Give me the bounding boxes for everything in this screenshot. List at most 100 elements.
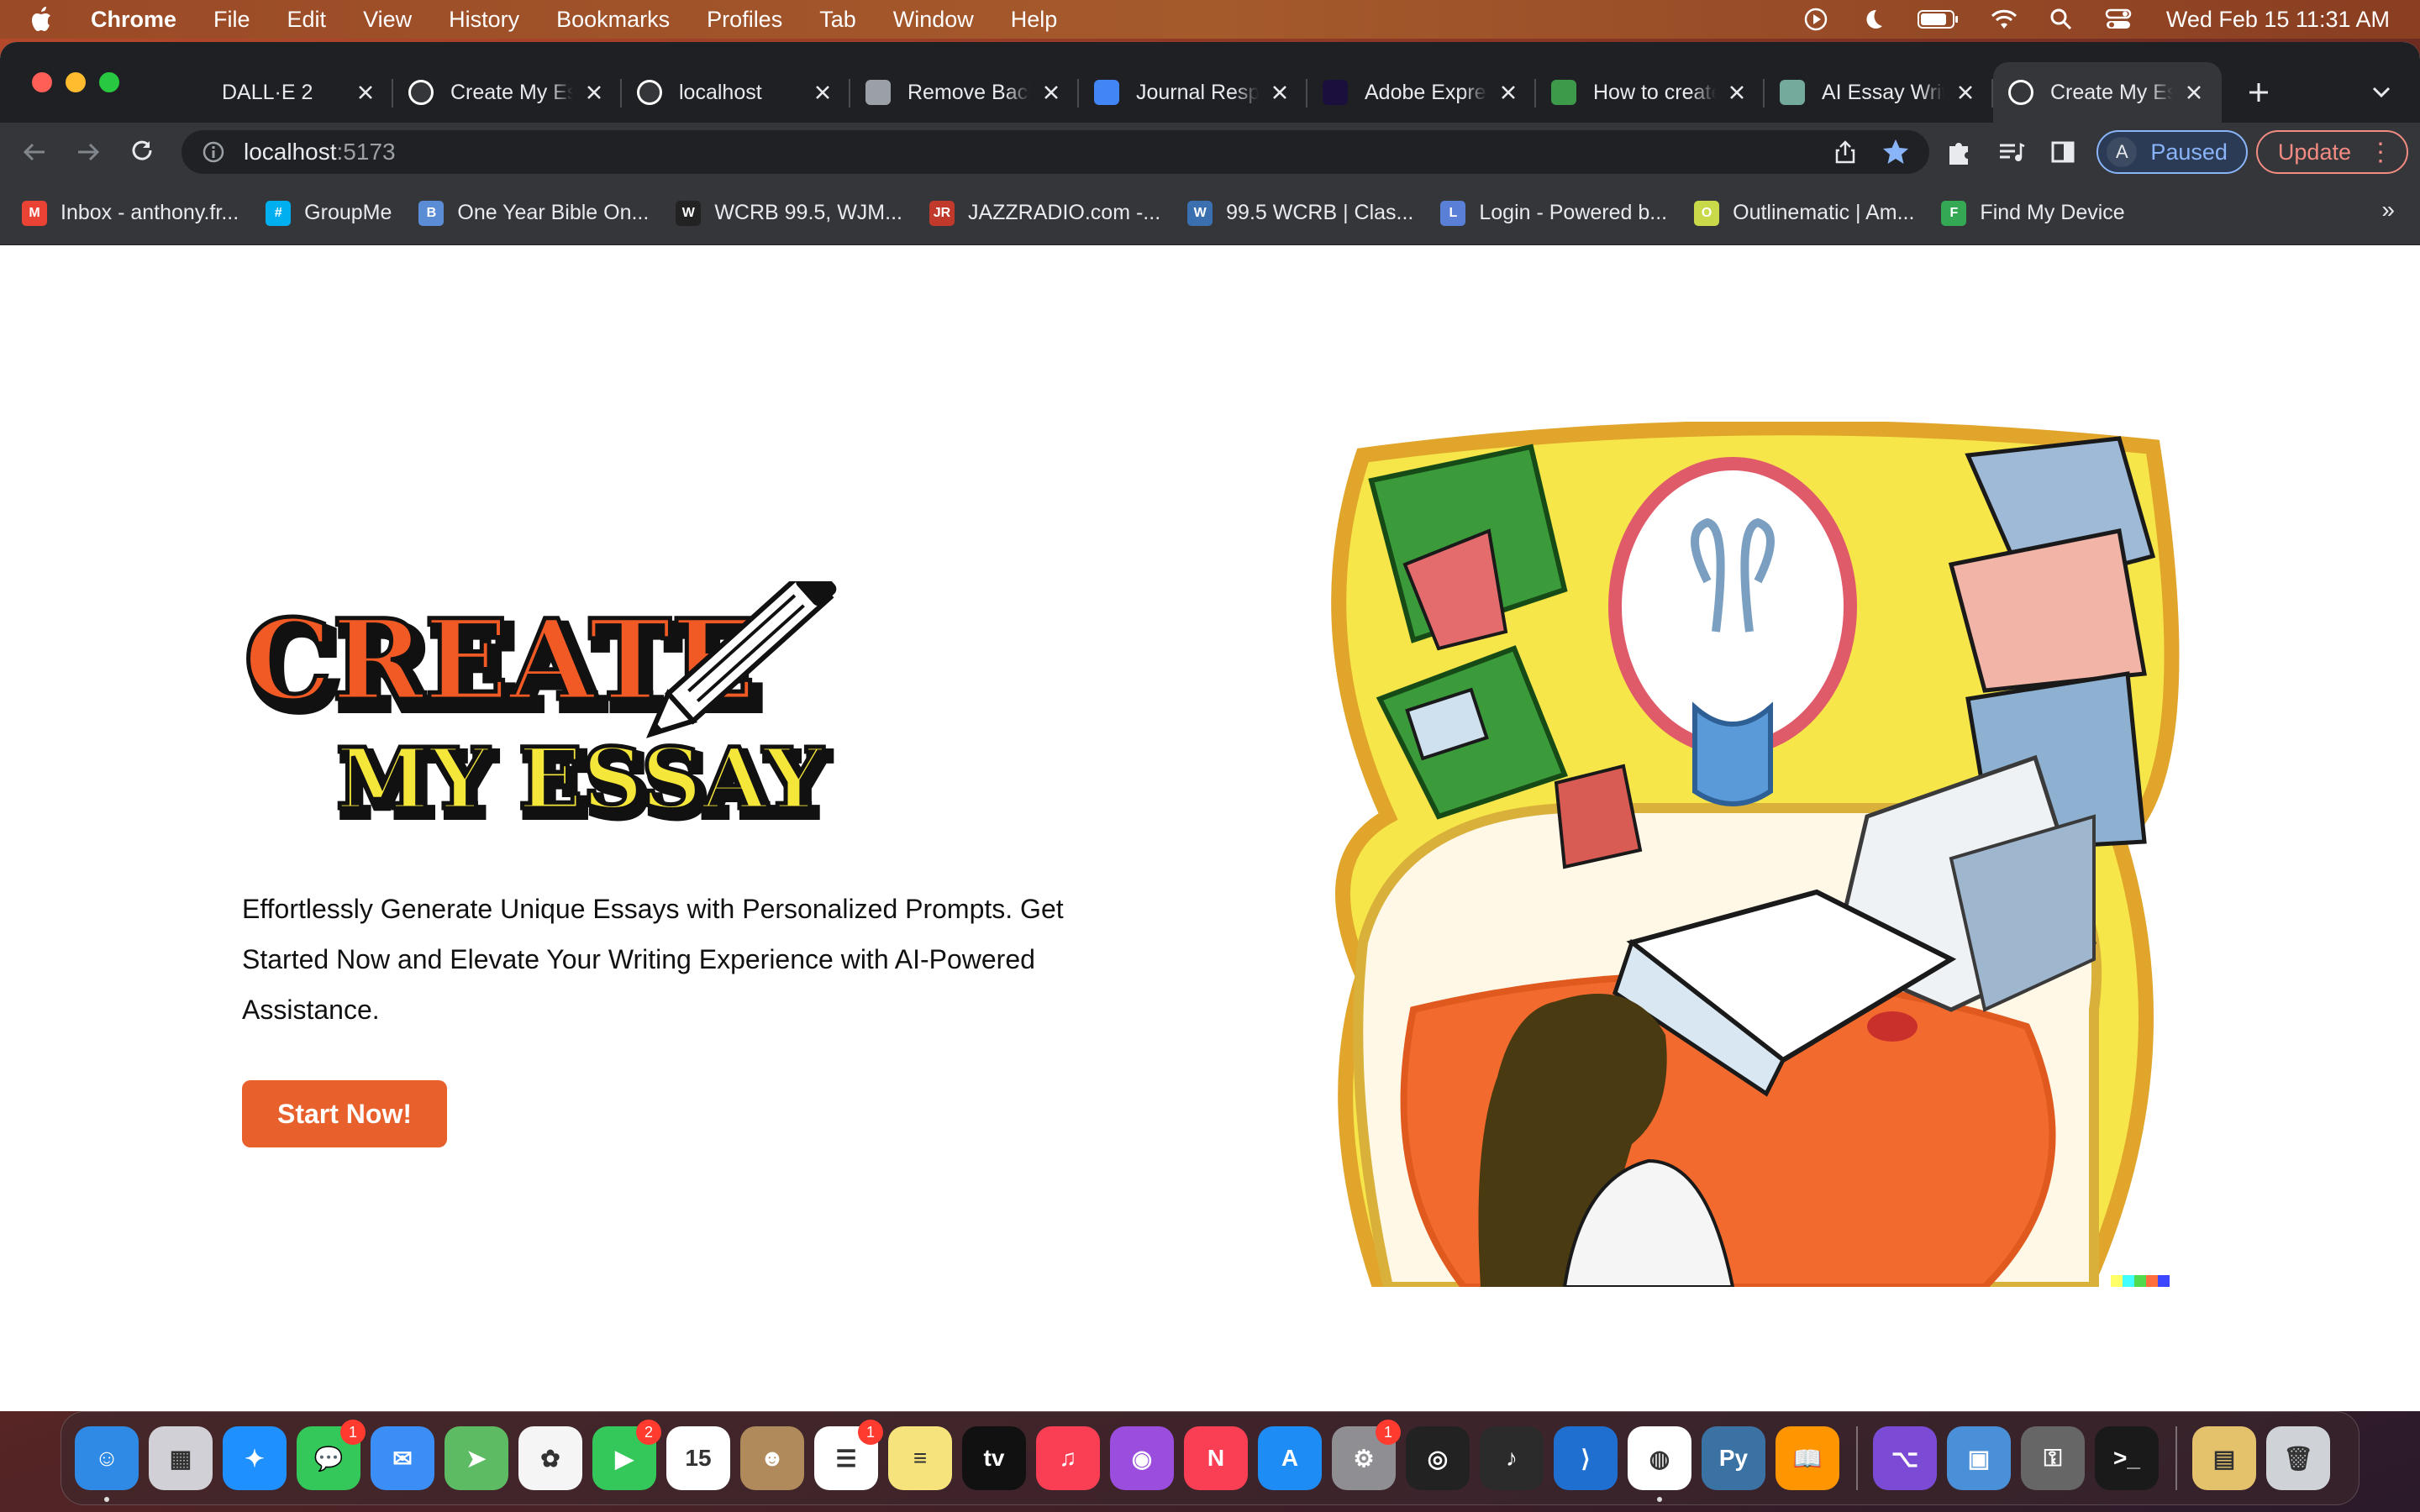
close-window-button[interactable] — [32, 72, 52, 92]
menu-window[interactable]: Window — [893, 7, 974, 33]
side-panel-icon[interactable] — [2044, 134, 2081, 171]
dock-mail-icon[interactable]: ✉ — [371, 1426, 434, 1490]
dock-safari-icon[interactable]: ✦ — [223, 1426, 287, 1490]
dock-notes-icon[interactable]: ≡ — [888, 1426, 952, 1490]
bookmark-item[interactable]: W WCRB 99.5, WJM... — [676, 200, 902, 226]
dock-app-store-icon[interactable]: A — [1258, 1426, 1322, 1490]
dock-maps-icon[interactable]: ➤ — [445, 1426, 508, 1490]
zoom-window-button[interactable] — [99, 72, 119, 92]
tab-5[interactable]: Journal Response — [1079, 62, 1307, 123]
tab-title: DALL·E 2 — [222, 80, 313, 104]
new-tab-button[interactable] — [2233, 67, 2284, 118]
tab-close-icon[interactable] — [1724, 80, 1749, 105]
tab-close-icon[interactable] — [2181, 80, 2207, 105]
dock-garageband-icon[interactable]: ♪ — [1480, 1426, 1544, 1490]
menu-history[interactable]: History — [449, 7, 519, 33]
spotlight-search-icon[interactable] — [2047, 5, 2075, 34]
menu-profiles[interactable]: Profiles — [707, 7, 782, 33]
battery-icon[interactable] — [1916, 5, 1961, 34]
tab-8[interactable]: AI Essay Writer — [1765, 62, 1993, 123]
bookmark-star-icon[interactable] — [1881, 137, 1911, 167]
tab-9[interactable]: Create My Essay — [1993, 62, 2222, 123]
dock-apple-tv-icon[interactable]: tv — [962, 1426, 1026, 1490]
dock-reminders-icon[interactable]: ☰ 1 — [814, 1420, 883, 1490]
tab-6[interactable]: Adobe Express — [1307, 62, 1536, 123]
url-text[interactable]: localhost:5173 — [244, 139, 396, 165]
dock-news-icon[interactable]: N — [1184, 1426, 1248, 1490]
reload-icon[interactable] — [123, 133, 161, 171]
tab-3[interactable]: localhost — [622, 62, 850, 123]
dock-trash-icon[interactable]: 🗑 — [2266, 1426, 2330, 1490]
tab-close-icon[interactable] — [1496, 80, 1521, 105]
dock-facetime-icon[interactable]: ▶ 2 — [592, 1420, 661, 1490]
dock-system-settings-icon[interactable]: ⚙ 1 — [1332, 1420, 1401, 1490]
web-page: CREATE CREATE MY ESSAY MY ESSAY Effortle… — [0, 245, 2420, 1411]
bookmark-item[interactable]: O Outlinematic | Am... — [1694, 200, 1914, 226]
dock-messages-icon[interactable]: 💬 1 — [297, 1420, 366, 1490]
menu-tab[interactable]: Tab — [819, 7, 856, 33]
control-center-icon[interactable] — [2104, 5, 2133, 34]
menu-view[interactable]: View — [363, 7, 412, 33]
bookmark-item[interactable]: B One Year Bible On... — [418, 200, 649, 226]
dock-music-icon[interactable]: ♫ — [1036, 1426, 1100, 1490]
dock-downloads-stack-icon[interactable]: ▤ — [2192, 1426, 2256, 1490]
tab-7[interactable]: How to create — [1536, 62, 1765, 123]
menu-app-chrome[interactable]: Chrome — [91, 7, 176, 33]
tab-2[interactable]: Create My Essay — [393, 62, 622, 123]
dock-terminal-icon[interactable]: >_ — [2095, 1426, 2159, 1490]
dock-python-icon[interactable]: Py — [1702, 1426, 1765, 1490]
bookmark-item[interactable]: W 99.5 WCRB | Clas... — [1187, 200, 1413, 226]
start-now-button[interactable]: Start Now! — [242, 1080, 447, 1147]
dock-photos-icon[interactable]: ✿ — [518, 1426, 582, 1490]
tab-list: DALL·E 2 Create My Essay localhost Remove B… — [165, 42, 2222, 123]
dock-launchpad-icon[interactable]: ▦ — [149, 1426, 213, 1490]
tab-close-icon[interactable] — [581, 80, 607, 105]
site-info-icon[interactable] — [200, 139, 227, 165]
bookmark-item[interactable]: F Find My Device — [1941, 200, 2125, 226]
minimize-window-button[interactable] — [66, 72, 86, 92]
menu-file[interactable]: File — [213, 7, 250, 33]
menu-bookmarks[interactable]: Bookmarks — [556, 7, 670, 33]
bookmark-item[interactable]: # GroupMe — [266, 200, 392, 226]
tab-close-icon[interactable] — [353, 80, 378, 105]
address-bar[interactable]: localhost:5173 — [182, 130, 1929, 174]
extensions-puzzle-icon[interactable] — [1940, 134, 1977, 171]
dock-keychain-icon[interactable]: ⚿ — [2021, 1426, 2085, 1490]
forward-arrow-icon[interactable] — [69, 133, 108, 171]
update-button[interactable]: Update ⋮ — [2255, 130, 2408, 174]
dock-contacts-icon[interactable]: ☻ — [740, 1426, 804, 1490]
back-arrow-icon[interactable] — [15, 133, 54, 171]
tab-4[interactable]: Remove Background — [850, 62, 1079, 123]
menu-help[interactable]: Help — [1011, 7, 1058, 33]
dock-finder-icon[interactable]: ☺ — [75, 1426, 139, 1502]
tab-1[interactable]: DALL·E 2 — [165, 62, 393, 123]
dock-vscode-icon[interactable]: ⟩ — [1554, 1426, 1618, 1490]
dock-chrome-icon[interactable]: ◍ — [1628, 1426, 1691, 1502]
profile-paused-button[interactable]: A Paused — [2096, 130, 2248, 174]
bookmark-item[interactable]: JR JAZZRADIO.com -... — [929, 200, 1160, 226]
dock-books-icon[interactable]: 📖 — [1776, 1426, 1839, 1490]
more-bookmarks-chevron-icon[interactable]: » — [2381, 197, 2395, 223]
bookmark-item[interactable]: L Login - Powered b... — [1440, 200, 1667, 226]
play-circle-icon[interactable] — [1802, 5, 1830, 34]
dock-github-desktop-icon[interactable]: ⌥ — [1873, 1426, 1937, 1490]
tab-close-icon[interactable] — [1953, 80, 1978, 105]
wifi-icon[interactable] — [1990, 5, 2018, 34]
tab-close-icon[interactable] — [810, 80, 835, 105]
tab-title: Create My Essay — [450, 80, 573, 104]
kebab-menu-icon[interactable]: ⋮ — [2368, 138, 2393, 167]
menubar-clock[interactable]: Wed Feb 15 11:31 AM — [2166, 7, 2390, 33]
dock-preview-icon[interactable]: ▣ — [1947, 1426, 2011, 1490]
media-queue-icon[interactable] — [1992, 134, 2029, 171]
dock-calendar-icon[interactable]: 15 — [666, 1426, 730, 1490]
bookmark-item[interactable]: M Inbox - anthony.fr... — [22, 200, 239, 226]
share-icon[interactable] — [1832, 139, 1859, 165]
menu-edit[interactable]: Edit — [287, 7, 327, 33]
tab-close-icon[interactable] — [1039, 80, 1064, 105]
moon-icon[interactable] — [1859, 5, 1887, 34]
tab-search-chevron-icon[interactable] — [2365, 76, 2398, 109]
dock-podcasts-icon[interactable]: ◉ — [1110, 1426, 1174, 1490]
dock-chatgpt-app-icon[interactable]: ◎ — [1406, 1426, 1470, 1490]
tab-close-icon[interactable] — [1267, 80, 1292, 105]
apple-menu-icon[interactable] — [29, 5, 57, 34]
